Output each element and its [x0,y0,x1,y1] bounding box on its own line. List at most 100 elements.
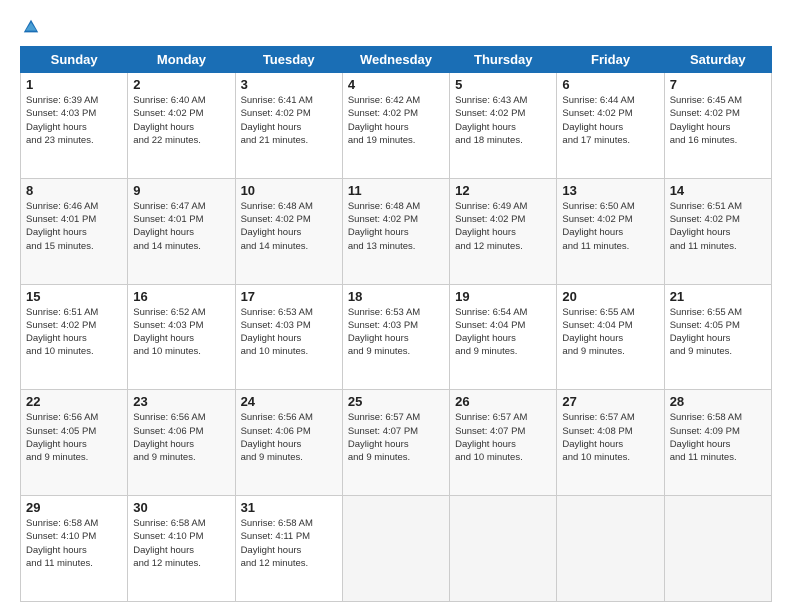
day-number: 14 [670,183,766,198]
day-info: Sunrise: 6:58 AM Sunset: 4:10 PM Dayligh… [26,517,122,570]
day-info: Sunrise: 6:56 AM Sunset: 4:05 PM Dayligh… [26,411,122,464]
calendar-day-header: Saturday [664,47,771,73]
calendar-day-cell: 10 Sunrise: 6:48 AM Sunset: 4:02 PM Dayl… [235,178,342,284]
day-number: 10 [241,183,337,198]
day-info: Sunrise: 6:49 AM Sunset: 4:02 PM Dayligh… [455,200,551,253]
day-number: 13 [562,183,658,198]
calendar-day-cell: 22 Sunrise: 6:56 AM Sunset: 4:05 PM Dayl… [21,390,128,496]
day-info: Sunrise: 6:56 AM Sunset: 4:06 PM Dayligh… [133,411,229,464]
day-info: Sunrise: 6:53 AM Sunset: 4:03 PM Dayligh… [348,306,444,359]
day-number: 31 [241,500,337,515]
calendar-day-header: Thursday [450,47,557,73]
day-number: 20 [562,289,658,304]
day-number: 16 [133,289,229,304]
calendar-day-header: Sunday [21,47,128,73]
day-number: 27 [562,394,658,409]
calendar-day-cell: 14 Sunrise: 6:51 AM Sunset: 4:02 PM Dayl… [664,178,771,284]
day-number: 8 [26,183,122,198]
day-info: Sunrise: 6:51 AM Sunset: 4:02 PM Dayligh… [26,306,122,359]
day-number: 24 [241,394,337,409]
day-info: Sunrise: 6:47 AM Sunset: 4:01 PM Dayligh… [133,200,229,253]
calendar-day-cell: 18 Sunrise: 6:53 AM Sunset: 4:03 PM Dayl… [342,284,449,390]
day-info: Sunrise: 6:45 AM Sunset: 4:02 PM Dayligh… [670,94,766,147]
calendar-day-cell: 24 Sunrise: 6:56 AM Sunset: 4:06 PM Dayl… [235,390,342,496]
day-info: Sunrise: 6:56 AM Sunset: 4:06 PM Dayligh… [241,411,337,464]
day-number: 12 [455,183,551,198]
page: SundayMondayTuesdayWednesdayThursdayFrid… [0,0,792,612]
day-info: Sunrise: 6:42 AM Sunset: 4:02 PM Dayligh… [348,94,444,147]
calendar-day-cell: 1 Sunrise: 6:39 AM Sunset: 4:03 PM Dayli… [21,73,128,179]
day-number: 6 [562,77,658,92]
calendar-day-cell: 7 Sunrise: 6:45 AM Sunset: 4:02 PM Dayli… [664,73,771,179]
day-number: 7 [670,77,766,92]
calendar-day-cell: 20 Sunrise: 6:55 AM Sunset: 4:04 PM Dayl… [557,284,664,390]
calendar-week-row: 15 Sunrise: 6:51 AM Sunset: 4:02 PM Dayl… [21,284,772,390]
day-info: Sunrise: 6:57 AM Sunset: 4:07 PM Dayligh… [348,411,444,464]
logo-icon [22,18,40,36]
day-info: Sunrise: 6:55 AM Sunset: 4:04 PM Dayligh… [562,306,658,359]
day-info: Sunrise: 6:41 AM Sunset: 4:02 PM Dayligh… [241,94,337,147]
calendar-day-cell: 13 Sunrise: 6:50 AM Sunset: 4:02 PM Dayl… [557,178,664,284]
calendar-day-cell: 30 Sunrise: 6:58 AM Sunset: 4:10 PM Dayl… [128,496,235,602]
calendar-week-row: 8 Sunrise: 6:46 AM Sunset: 4:01 PM Dayli… [21,178,772,284]
logo [20,18,40,36]
header [20,18,772,36]
day-number: 1 [26,77,122,92]
day-number: 5 [455,77,551,92]
calendar-day-header: Friday [557,47,664,73]
day-info: Sunrise: 6:50 AM Sunset: 4:02 PM Dayligh… [562,200,658,253]
day-number: 19 [455,289,551,304]
calendar-header-row: SundayMondayTuesdayWednesdayThursdayFrid… [21,47,772,73]
day-number: 9 [133,183,229,198]
calendar-day-cell: 11 Sunrise: 6:48 AM Sunset: 4:02 PM Dayl… [342,178,449,284]
day-info: Sunrise: 6:46 AM Sunset: 4:01 PM Dayligh… [26,200,122,253]
calendar-day-cell [342,496,449,602]
calendar-day-cell [557,496,664,602]
day-info: Sunrise: 6:39 AM Sunset: 4:03 PM Dayligh… [26,94,122,147]
calendar-day-cell: 28 Sunrise: 6:58 AM Sunset: 4:09 PM Dayl… [664,390,771,496]
calendar-day-cell: 19 Sunrise: 6:54 AM Sunset: 4:04 PM Dayl… [450,284,557,390]
calendar-day-cell: 2 Sunrise: 6:40 AM Sunset: 4:02 PM Dayli… [128,73,235,179]
calendar-day-cell: 31 Sunrise: 6:58 AM Sunset: 4:11 PM Dayl… [235,496,342,602]
calendar-day-header: Tuesday [235,47,342,73]
calendar-day-header: Wednesday [342,47,449,73]
calendar-day-cell: 26 Sunrise: 6:57 AM Sunset: 4:07 PM Dayl… [450,390,557,496]
calendar-week-row: 29 Sunrise: 6:58 AM Sunset: 4:10 PM Dayl… [21,496,772,602]
day-number: 15 [26,289,122,304]
calendar-day-cell [664,496,771,602]
day-number: 2 [133,77,229,92]
day-info: Sunrise: 6:44 AM Sunset: 4:02 PM Dayligh… [562,94,658,147]
day-info: Sunrise: 6:51 AM Sunset: 4:02 PM Dayligh… [670,200,766,253]
day-number: 11 [348,183,444,198]
calendar-week-row: 1 Sunrise: 6:39 AM Sunset: 4:03 PM Dayli… [21,73,772,179]
calendar-day-cell: 15 Sunrise: 6:51 AM Sunset: 4:02 PM Dayl… [21,284,128,390]
day-info: Sunrise: 6:48 AM Sunset: 4:02 PM Dayligh… [241,200,337,253]
calendar-day-cell: 23 Sunrise: 6:56 AM Sunset: 4:06 PM Dayl… [128,390,235,496]
day-info: Sunrise: 6:58 AM Sunset: 4:09 PM Dayligh… [670,411,766,464]
day-info: Sunrise: 6:58 AM Sunset: 4:10 PM Dayligh… [133,517,229,570]
day-number: 28 [670,394,766,409]
calendar-day-cell: 25 Sunrise: 6:57 AM Sunset: 4:07 PM Dayl… [342,390,449,496]
day-number: 17 [241,289,337,304]
day-info: Sunrise: 6:52 AM Sunset: 4:03 PM Dayligh… [133,306,229,359]
calendar-day-cell: 8 Sunrise: 6:46 AM Sunset: 4:01 PM Dayli… [21,178,128,284]
day-info: Sunrise: 6:40 AM Sunset: 4:02 PM Dayligh… [133,94,229,147]
calendar-day-cell: 12 Sunrise: 6:49 AM Sunset: 4:02 PM Dayl… [450,178,557,284]
day-number: 30 [133,500,229,515]
day-number: 4 [348,77,444,92]
day-info: Sunrise: 6:43 AM Sunset: 4:02 PM Dayligh… [455,94,551,147]
calendar-day-cell: 21 Sunrise: 6:55 AM Sunset: 4:05 PM Dayl… [664,284,771,390]
day-number: 21 [670,289,766,304]
calendar-day-cell: 9 Sunrise: 6:47 AM Sunset: 4:01 PM Dayli… [128,178,235,284]
calendar-day-cell: 3 Sunrise: 6:41 AM Sunset: 4:02 PM Dayli… [235,73,342,179]
day-info: Sunrise: 6:58 AM Sunset: 4:11 PM Dayligh… [241,517,337,570]
day-number: 3 [241,77,337,92]
day-info: Sunrise: 6:53 AM Sunset: 4:03 PM Dayligh… [241,306,337,359]
calendar-day-cell: 29 Sunrise: 6:58 AM Sunset: 4:10 PM Dayl… [21,496,128,602]
calendar-day-cell: 27 Sunrise: 6:57 AM Sunset: 4:08 PM Dayl… [557,390,664,496]
day-number: 23 [133,394,229,409]
day-info: Sunrise: 6:57 AM Sunset: 4:08 PM Dayligh… [562,411,658,464]
day-number: 29 [26,500,122,515]
calendar-week-row: 22 Sunrise: 6:56 AM Sunset: 4:05 PM Dayl… [21,390,772,496]
day-info: Sunrise: 6:48 AM Sunset: 4:02 PM Dayligh… [348,200,444,253]
